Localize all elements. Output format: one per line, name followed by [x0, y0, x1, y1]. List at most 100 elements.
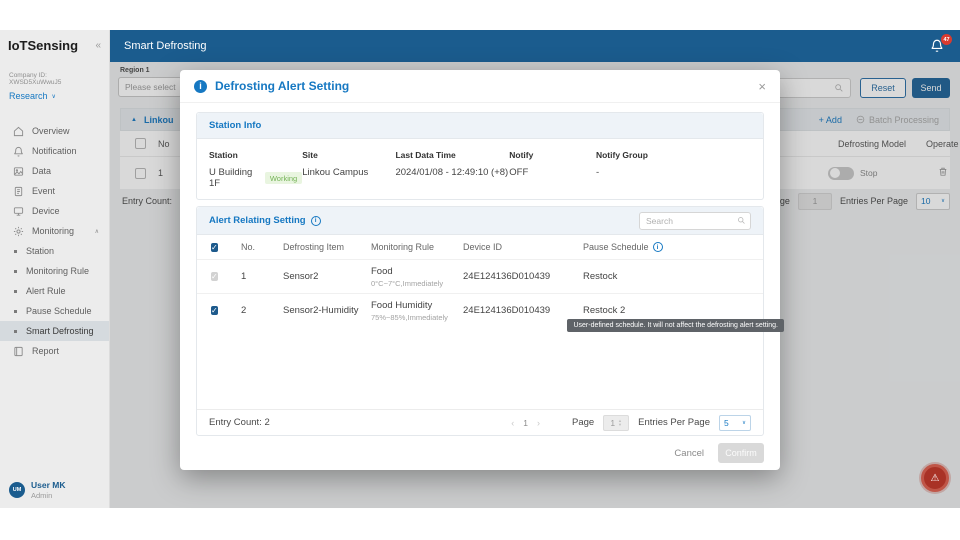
cell-no: 2 — [241, 305, 283, 316]
sidebar-item-smart-defrosting[interactable]: Smart Defrosting — [0, 321, 109, 341]
org-switcher[interactable]: Research ∨ — [9, 91, 100, 101]
sidebar-item-label: Smart Defrosting — [26, 326, 94, 336]
sidebar-item-label: Event — [32, 186, 55, 196]
stepper-icon: ▲▼ — [618, 419, 622, 427]
field-label-station: Station — [209, 150, 302, 160]
field-label-last-data-time: Last Data Time — [395, 150, 509, 160]
bullet-icon — [14, 310, 17, 313]
cell-device-id: 24E124136D010439 — [463, 305, 583, 316]
bell-icon — [12, 145, 24, 157]
page-title: Smart Defrosting — [124, 40, 207, 52]
search-icon — [737, 216, 746, 225]
image-icon — [12, 165, 24, 177]
page-input[interactable]: 1 ▲▼ — [603, 415, 629, 431]
station-value: U Building 1F — [209, 167, 260, 189]
sidebar: IoTSensing « Company ID: XWSD5XuWwuJ5 Re… — [0, 30, 110, 508]
column-device-id: Device ID — [463, 242, 583, 252]
report-icon — [12, 345, 24, 357]
sidebar-item-label: Overview — [32, 126, 70, 136]
column-defrosting-item: Defrosting Item — [283, 242, 371, 252]
gear-icon — [12, 225, 24, 237]
confirm-button[interactable]: Confirm — [718, 443, 764, 463]
field-label-site: Site — [302, 150, 395, 160]
next-page-icon[interactable]: › — [537, 418, 540, 428]
sidebar-item-station[interactable]: Station — [0, 241, 109, 261]
chevron-up-icon: ∧ — [95, 228, 99, 235]
notification-bell-button[interactable]: 47 — [930, 38, 946, 54]
avatar: UM — [9, 482, 25, 498]
sidebar-item-label: Monitoring — [32, 226, 74, 236]
field-label-notify-group: Notify Group — [596, 150, 648, 160]
sidebar-item-label: Device — [32, 206, 60, 216]
column-pause-schedule: Pause Schedule — [583, 242, 649, 252]
page-number[interactable]: 1 — [523, 418, 528, 428]
field-label-notify: Notify — [509, 150, 596, 160]
bullet-icon — [14, 270, 17, 273]
cell-no: 1 — [241, 271, 283, 282]
row-checkbox-checked[interactable]: ✓ — [211, 306, 218, 315]
org-name: Research — [9, 91, 48, 101]
row-checkbox-disabled[interactable]: ✓ — [211, 272, 218, 281]
sidebar-item-data[interactable]: Data — [0, 161, 109, 181]
cell-rule: Food Humidity — [371, 300, 432, 311]
pause-schedule-info-icon[interactable]: i — [653, 242, 663, 252]
sidebar-item-label: Alert Rule — [26, 286, 66, 296]
bullet-icon — [14, 330, 17, 333]
cancel-button[interactable]: Cancel — [674, 448, 704, 459]
last-data-time-value: 2024/01/08 - 12:49:10 (+8) — [395, 167, 509, 178]
sidebar-item-pause-schedule[interactable]: Pause Schedule — [0, 301, 109, 321]
pause-schedule-tooltip: User-defined schedule. It will not affec… — [567, 319, 784, 332]
cell-rule-detail: 0°C~7°C,Immediately — [371, 279, 463, 288]
sidebar-item-monitoring[interactable]: Monitoring ∧ — [0, 221, 109, 241]
notify-group-value: - — [596, 167, 648, 178]
alert-fab-button[interactable]: ⚠ — [921, 464, 949, 492]
info-icon: i — [194, 80, 207, 93]
sidebar-item-monitoring-rule[interactable]: Monitoring Rule — [0, 261, 109, 281]
chevron-down-icon: ∨ — [52, 93, 56, 100]
cell-device-id: 24E124136D010439 — [463, 271, 583, 282]
search-input[interactable] — [639, 212, 751, 230]
sidebar-item-device[interactable]: Device — [0, 201, 109, 221]
home-icon — [12, 125, 24, 137]
defrosting-alert-setting-modal: i Defrosting Alert Setting × Station Inf… — [180, 70, 780, 470]
sidebar-item-label: Station — [26, 246, 54, 256]
brand-logo: IoTSensing — [8, 38, 78, 53]
alert-setting-header: Alert Relating Setting — [209, 215, 306, 226]
modal-title: Defrosting Alert Setting — [215, 79, 349, 93]
cell-rule-detail: 75%~85%,Immediately — [371, 313, 463, 322]
user-profile[interactable]: UM User MK Admin — [0, 480, 109, 500]
cell-pause-schedule: Restock 2 — [583, 305, 763, 316]
select-all-checkbox[interactable]: ✓ — [211, 243, 218, 252]
monitor-icon — [12, 205, 24, 217]
bullet-icon — [14, 250, 17, 253]
sidebar-collapse-icon[interactable]: « — [95, 40, 101, 51]
prev-page-icon[interactable]: ‹ — [511, 418, 514, 428]
station-info-header: Station Info — [209, 120, 261, 131]
entries-per-page-select[interactable]: 5 ∨ — [719, 415, 751, 431]
sidebar-item-alert-rule[interactable]: Alert Rule — [0, 281, 109, 301]
sidebar-item-report[interactable]: Report — [0, 341, 109, 361]
status-badge: Working — [265, 172, 302, 184]
site-value: Linkou Campus — [302, 167, 395, 178]
sidebar-item-notification[interactable]: Notification — [0, 141, 109, 161]
sidebar-item-label: Notification — [32, 146, 77, 156]
column-no: No. — [241, 242, 283, 252]
sidebar-item-label: Monitoring Rule — [26, 266, 89, 276]
alert-pagination: Entry Count: 2 ‹ 1 › Page 1 ▲▼ Entries P… — [197, 409, 763, 435]
company-id: Company ID: XWSD5XuWwuJ5 — [9, 72, 100, 86]
entry-count: Entry Count: 2 — [209, 417, 270, 428]
cell-defrosting-item: Sensor2 — [283, 271, 371, 282]
info-icon[interactable]: i — [311, 216, 321, 226]
user-role: Admin — [31, 491, 65, 500]
close-icon[interactable]: × — [758, 79, 766, 94]
file-list-icon — [12, 185, 24, 197]
column-monitoring-rule: Monitoring Rule — [371, 242, 463, 252]
sidebar-item-event[interactable]: Event — [0, 181, 109, 201]
page-input-value: 1 — [610, 418, 615, 428]
page-label: Page — [572, 417, 594, 428]
alert-search — [639, 212, 751, 230]
epp-value: 5 — [724, 418, 729, 428]
sidebar-item-overview[interactable]: Overview — [0, 121, 109, 141]
alert-table-row: ✓ 1 Sensor2 Food 0°C~7°C,Immediately 24E… — [197, 259, 763, 293]
sidebar-item-label: Pause Schedule — [26, 306, 92, 316]
